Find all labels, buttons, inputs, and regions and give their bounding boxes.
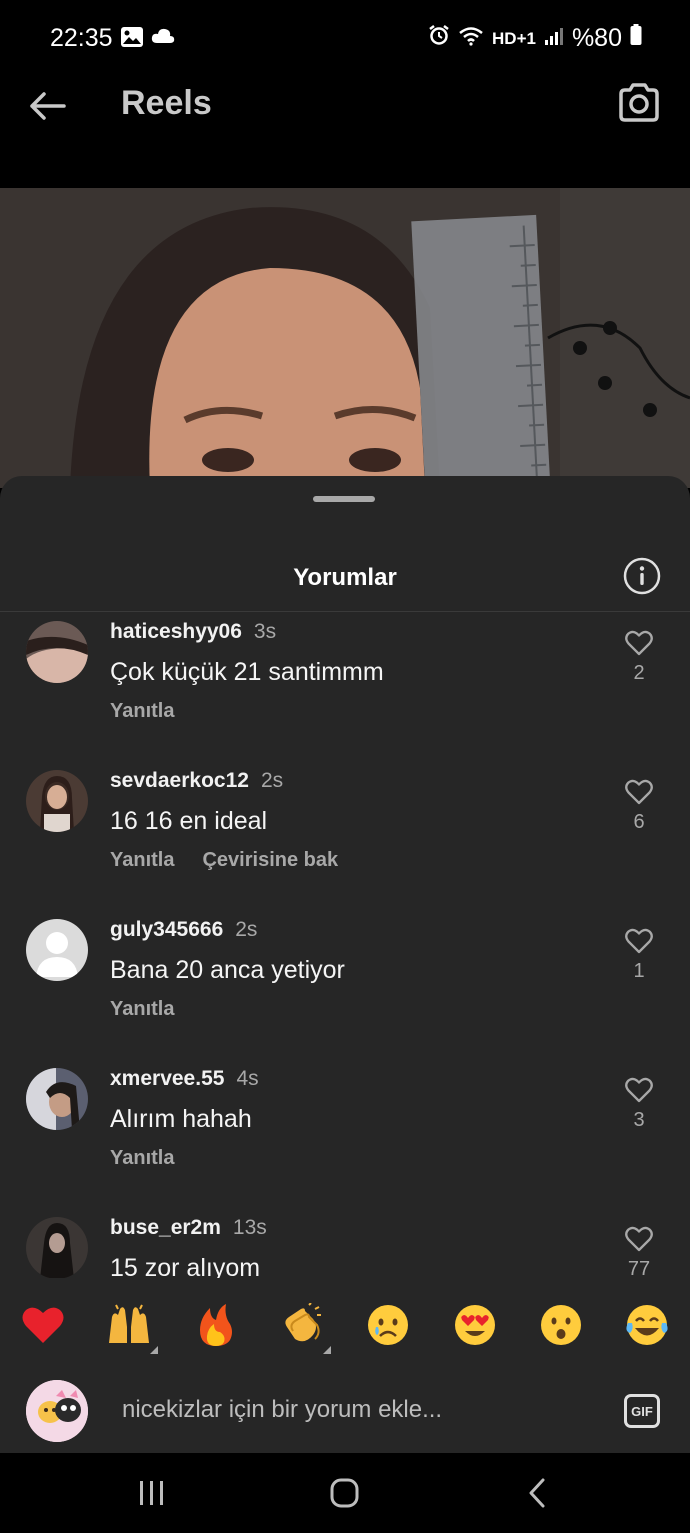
comments-list[interactable]: haticeshyy06 3s Çok küçük 21 santimmm Yan… xyxy=(0,612,690,1280)
emoji-quick-bar xyxy=(0,1278,690,1370)
reel-video[interactable] xyxy=(0,188,690,488)
comment-input[interactable] xyxy=(110,1384,624,1436)
reel-video-frame xyxy=(0,188,690,488)
status-time: 22:35 xyxy=(50,24,113,52)
comment-time: 3s xyxy=(253,620,277,643)
comment-input-row: GIF xyxy=(0,1370,690,1453)
comments-sheet: Yorumlar haticeshyy06 3s Çok küçük 21 san… xyxy=(0,476,690,1453)
fire-emoji-button[interactable] xyxy=(193,1302,239,1348)
camera-icon xyxy=(619,83,659,122)
comment-username[interactable]: sevdaerkoc12 2s xyxy=(110,769,283,793)
comment-item: xmervee.55 4s Alırım hahah Yanıtla 3 xyxy=(0,1059,690,1209)
avatar[interactable] xyxy=(26,919,88,981)
heart-icon[interactable] xyxy=(625,779,653,805)
heart-eyes-emoji-button[interactable] xyxy=(452,1302,498,1348)
comment-time: 13s xyxy=(232,1216,267,1239)
comment-text: Bana 20 anca yetiyor xyxy=(110,956,345,984)
comment-item: sevdaerkoc12 2s 16 16 en ideal Yanıtla Çe… xyxy=(0,761,690,911)
reply-button[interactable]: Yanıtla xyxy=(110,700,174,723)
red-heart-emoji-button[interactable] xyxy=(20,1302,66,1348)
comment-item: buse_er2m 13s 15 zor alıyom 77 xyxy=(0,1208,690,1280)
app-header: Reels xyxy=(0,78,690,188)
battery-percent: %80 xyxy=(571,24,622,52)
comment-text: Çok küçük 21 santimmm xyxy=(110,658,384,686)
avatar[interactable] xyxy=(26,621,88,683)
back-arrow-icon xyxy=(30,92,66,120)
comment-item: guly345666 2s Bana 20 anca yetiyor Yanıtl… xyxy=(0,910,690,1060)
system-back-button[interactable] xyxy=(518,1477,558,1509)
like-count: 77 xyxy=(627,1258,651,1280)
comment-username[interactable]: buse_er2m 13s xyxy=(110,1216,267,1240)
like-count: 2 xyxy=(633,662,645,684)
comment-username[interactable]: xmervee.55 4s xyxy=(110,1067,259,1091)
avatar[interactable] xyxy=(26,1217,88,1279)
clapping-hands-emoji-button[interactable] xyxy=(279,1302,325,1348)
sheet-title: Yorumlar xyxy=(293,564,397,591)
comment-text: 15 zor alıyom xyxy=(110,1254,261,1280)
default-avatar-icon xyxy=(26,919,88,981)
avatar[interactable] xyxy=(26,1068,88,1130)
info-icon xyxy=(623,557,661,595)
recent-apps-button[interactable] xyxy=(132,1477,172,1509)
my-avatar xyxy=(26,1380,88,1442)
heart-icon[interactable] xyxy=(625,928,653,954)
heart-icon[interactable] xyxy=(625,1226,653,1252)
comment-text: Alırım hahah xyxy=(110,1105,252,1133)
back-button[interactable] xyxy=(26,84,70,128)
info-button[interactable] xyxy=(622,556,662,596)
like-count: 3 xyxy=(633,1109,645,1131)
heart-icon[interactable] xyxy=(625,1077,653,1103)
page-title: Reels xyxy=(121,84,212,122)
see-translation-button[interactable]: Çevirisine bak xyxy=(202,849,338,872)
surprised-face-emoji-button[interactable] xyxy=(538,1302,584,1348)
comment-text: 16 16 en ideal xyxy=(110,807,268,835)
network-type: HD+1 xyxy=(492,28,536,48)
comment-time: 2s xyxy=(260,769,284,792)
reply-button[interactable]: Yanıtla xyxy=(110,998,174,1021)
like-count: 1 xyxy=(633,960,645,982)
signal-icon xyxy=(544,25,564,53)
home-button[interactable] xyxy=(324,1477,364,1509)
comment-time: 2s xyxy=(235,918,258,941)
chevron-left-icon xyxy=(529,1478,545,1508)
gallery-icon xyxy=(120,26,144,53)
cloud-icon xyxy=(150,26,176,53)
reply-button[interactable]: Yanıtla xyxy=(110,849,174,872)
reply-button[interactable]: Yanıtla xyxy=(110,1147,174,1170)
raising-hands-emoji-button[interactable] xyxy=(106,1302,152,1348)
comment-username[interactable]: guly345666 2s xyxy=(110,918,257,942)
avatar[interactable] xyxy=(26,770,88,832)
comment-item: haticeshyy06 3s Çok küçük 21 santimmm Yan… xyxy=(0,612,690,762)
system-nav-bar xyxy=(0,1453,690,1533)
battery-icon xyxy=(630,24,642,53)
home-icon xyxy=(330,1478,359,1508)
tears-of-joy-emoji-button[interactable] xyxy=(624,1302,670,1348)
like-count: 6 xyxy=(633,811,645,833)
crying-face-emoji-button[interactable] xyxy=(365,1302,411,1348)
sheet-grabber[interactable] xyxy=(313,496,375,502)
heart-icon[interactable] xyxy=(625,630,653,656)
comment-username[interactable]: haticeshyy06 3s xyxy=(110,620,276,644)
alarm-icon xyxy=(428,24,450,53)
gif-button[interactable]: GIF xyxy=(624,1394,660,1428)
status-bar: 22:35 HD+1 %80 xyxy=(0,0,690,78)
wifi-icon xyxy=(458,25,484,53)
comment-time: 4s xyxy=(236,1067,259,1090)
camera-button[interactable] xyxy=(616,80,662,126)
recent-apps-icon xyxy=(140,1481,163,1505)
